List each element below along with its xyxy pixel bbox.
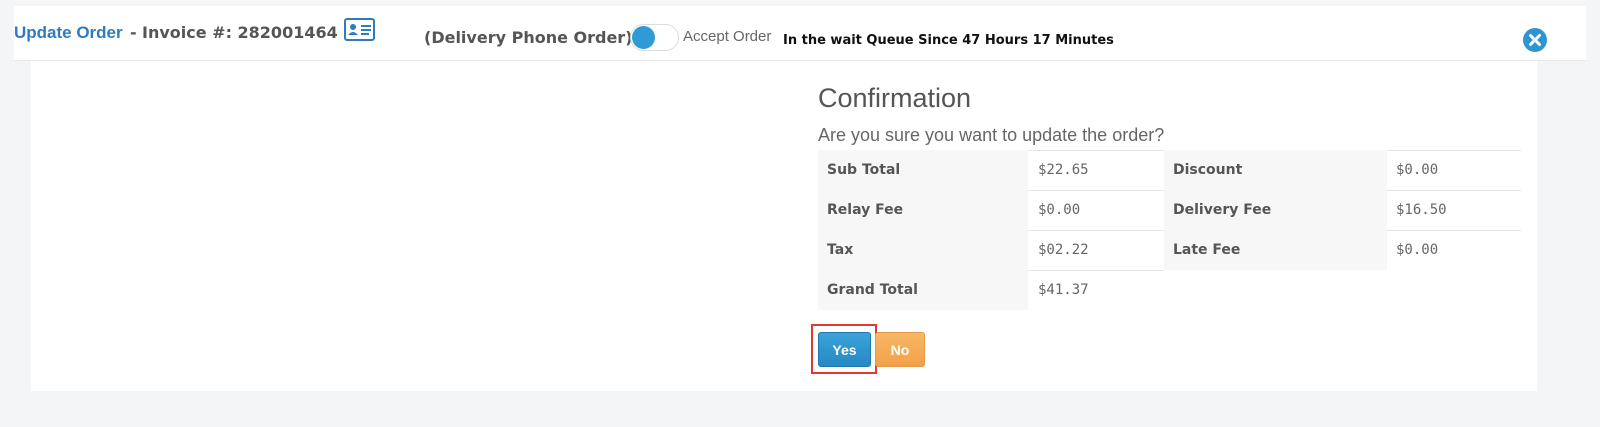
order-header: Update Order - Invoice #: 282001464 (Del… xyxy=(14,6,1586,61)
confirmation-panel: Confirmation Are you sure you want to up… xyxy=(31,61,1537,391)
discount-label: Discount xyxy=(1164,150,1387,190)
tax-label: Tax xyxy=(818,230,1028,270)
update-order-link[interactable]: Update Order xyxy=(14,23,123,43)
title-separator: - xyxy=(130,23,137,42)
yes-button[interactable]: Yes xyxy=(818,332,871,367)
close-icon[interactable] xyxy=(1523,28,1547,52)
contact-card-icon[interactable] xyxy=(344,18,375,41)
relay-fee-label: Relay Fee xyxy=(818,190,1028,230)
table-row: Relay Fee $0.00 Delivery Fee $16.50 xyxy=(818,190,1521,230)
confirmation-message: Are you sure you want to update the orde… xyxy=(818,125,1165,145)
delivery-fee-value: $16.50 xyxy=(1396,202,1447,218)
accept-order-label: Accept Order xyxy=(683,28,772,45)
late-fee-value: $0.00 xyxy=(1396,242,1439,258)
subtotal-label: Sub Total xyxy=(818,150,1028,190)
grand-total-value: $41.37 xyxy=(1038,282,1089,298)
toggle-knob xyxy=(632,26,655,49)
confirmation-title: Confirmation xyxy=(818,83,972,113)
invoice-number: Invoice #: 282001464 xyxy=(142,23,338,42)
table-row: Sub Total $22.65 Discount $0.00 xyxy=(818,150,1521,190)
subtotal-value: $22.65 xyxy=(1038,162,1089,178)
no-button[interactable]: No xyxy=(875,332,925,367)
accept-order-toggle[interactable] xyxy=(630,24,679,51)
discount-value: $0.00 xyxy=(1396,162,1439,178)
grand-total-label: Grand Total xyxy=(818,270,1028,310)
delivery-fee-label: Delivery Fee xyxy=(1164,190,1387,230)
late-fee-label: Late Fee xyxy=(1164,230,1387,270)
order-summary-table: Sub Total $22.65 Discount $0.00 Relay Fe… xyxy=(818,150,1521,310)
table-row: Grand Total $41.37 xyxy=(818,270,1521,310)
table-row: Tax $02.22 Late Fee $0.00 xyxy=(818,230,1521,270)
relay-fee-value: $0.00 xyxy=(1038,202,1081,218)
wait-queue-status: In the wait Queue Since 47 Hours 17 Minu… xyxy=(783,33,1114,48)
order-type-label: (Delivery Phone Order) xyxy=(424,28,633,47)
tax-value: $02.22 xyxy=(1038,242,1089,258)
